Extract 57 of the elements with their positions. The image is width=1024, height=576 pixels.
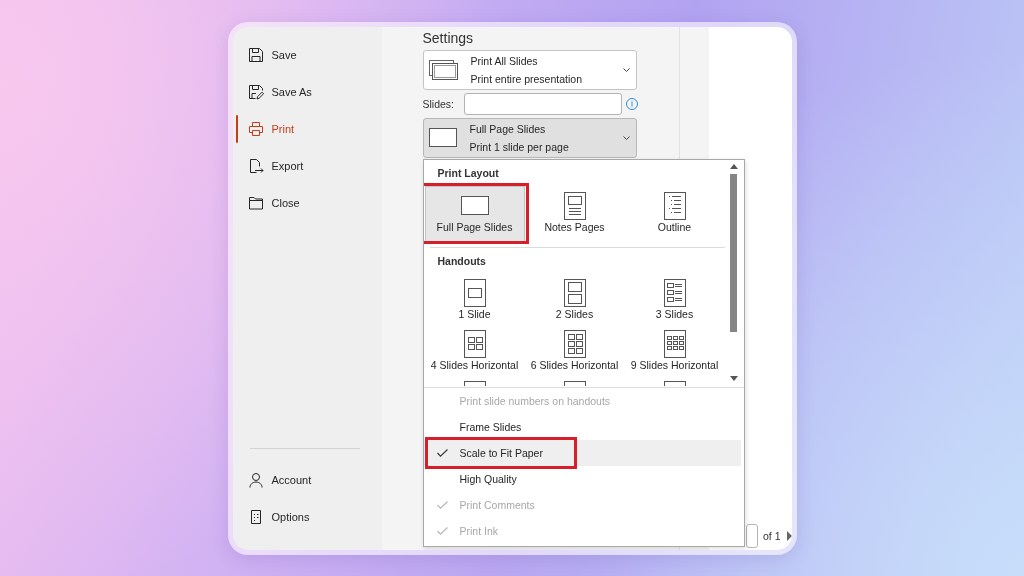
next-page-icon[interactable] xyxy=(786,530,792,541)
handout-option[interactable]: 4 Slides Horizontal xyxy=(424,329,525,372)
outline-page-icon xyxy=(663,191,686,220)
page-six-slides-icon xyxy=(563,329,586,358)
scroll-down-icon[interactable] xyxy=(729,375,738,381)
stacked-pages-icon xyxy=(428,59,458,80)
page-one-slide-icon xyxy=(463,278,486,307)
sidebar-item[interactable]: Options xyxy=(232,498,382,536)
handout-option[interactable]: 9 Slides Horizontal xyxy=(624,329,725,372)
scroll-up-icon[interactable] xyxy=(729,163,738,169)
chevron-down-icon xyxy=(622,67,630,72)
menu-option[interactable]: Frame Slides xyxy=(423,413,741,440)
folder-icon xyxy=(247,195,264,211)
print-layout-dropdown[interactable]: Full Page Slides Print 1 slide per page xyxy=(422,117,637,158)
page-two-slides-icon xyxy=(563,278,586,307)
scrollbar-thumb[interactable] xyxy=(730,173,737,332)
sidebar-item[interactable]: Account xyxy=(232,461,382,499)
page-four-slides-icon xyxy=(463,329,486,358)
handout-option[interactable]: 6 Slides Horizontal xyxy=(524,329,625,372)
slides-label: Slides: xyxy=(422,97,455,110)
page-edge-icon xyxy=(663,380,686,386)
handout-option[interactable] xyxy=(563,380,586,386)
sidebar-item[interactable]: Export xyxy=(232,147,382,185)
layout-option[interactable]: Outline xyxy=(624,185,725,242)
slide-icon xyxy=(460,196,489,215)
notes-page-icon xyxy=(563,191,586,220)
sidebar-item[interactable]: Print xyxy=(232,110,382,148)
sidebar-item[interactable]: Save As xyxy=(232,73,382,111)
menu-option[interactable]: Scale to Fit Paper xyxy=(423,439,741,466)
print-range-dropdown[interactable]: Print All Slides Print entire presentation xyxy=(422,49,637,90)
layout-option[interactable]: Notes Pages xyxy=(524,185,625,242)
handout-option[interactable] xyxy=(663,380,686,386)
handout-option[interactable] xyxy=(463,380,486,386)
page-three-slides-icon xyxy=(663,278,686,307)
document-arrow-icon xyxy=(247,158,264,174)
chevron-down-icon xyxy=(622,135,630,140)
printer-icon xyxy=(247,121,264,137)
layout-option[interactable]: Full Page Slides xyxy=(424,185,525,242)
section-heading: Print Layout xyxy=(436,165,500,181)
handout-option[interactable]: 2 Slides xyxy=(524,278,625,321)
page-nine-slides-icon xyxy=(663,329,686,358)
info-icon[interactable] xyxy=(625,97,638,110)
sidebar-item[interactable]: Close xyxy=(232,184,382,222)
floppy-disk-pencil-icon xyxy=(247,84,264,100)
settings-heading: Settings xyxy=(422,28,474,47)
slide-icon xyxy=(428,128,457,147)
handout-option[interactable]: 3 Slides xyxy=(624,278,725,321)
person-icon xyxy=(247,472,264,488)
page-number-field[interactable] xyxy=(746,523,758,548)
handout-option[interactable]: 1 Slide xyxy=(424,278,525,321)
page-edge-icon xyxy=(563,380,586,386)
slides-input-field[interactable] xyxy=(463,92,622,115)
sidebar-item[interactable]: Save xyxy=(232,36,382,74)
section-heading: Handouts xyxy=(436,253,487,269)
menu-option[interactable]: High Quality xyxy=(423,465,741,492)
page-count-label: of 1 xyxy=(763,528,781,544)
page-edge-icon xyxy=(463,380,486,386)
